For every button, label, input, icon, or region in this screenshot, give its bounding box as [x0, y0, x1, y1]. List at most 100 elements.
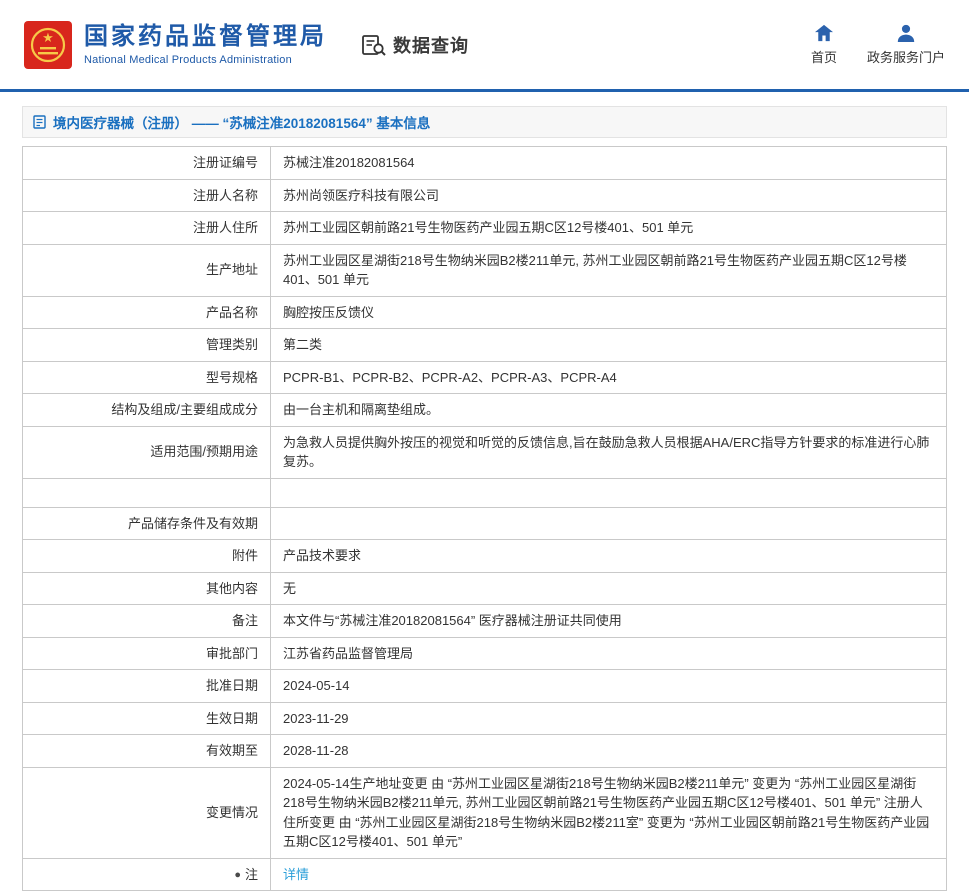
row-label: 备注	[23, 605, 271, 638]
note-icon: ●	[234, 869, 241, 881]
info-table-body: 注册证编号苏械注准20182081564注册人名称苏州尚领医疗科技有限公司注册人…	[23, 147, 947, 891]
row-value: 江苏省药品监督管理局	[271, 637, 947, 670]
row-value: 苏州尚领医疗科技有限公司	[271, 179, 947, 212]
national-emblem-logo: ★	[24, 21, 72, 69]
row-label: 生产地址	[23, 244, 271, 296]
table-row: 批准日期 2024-05-14	[23, 670, 947, 703]
row-label: 注册证编号	[23, 147, 271, 180]
table-row: ●注详情	[23, 858, 947, 891]
main-content: 境内医疗器械（注册） —— “苏械注准20182081564” 基本信息 注册证…	[0, 92, 969, 891]
row-label-text: 注	[245, 867, 258, 882]
data-query-section: 数据查询	[361, 32, 469, 58]
row-label	[23, 478, 271, 507]
row-label: 生效日期	[23, 702, 271, 735]
table-row: 备注本文件与“苏械注准20182081564” 医疗器械注册证共同使用	[23, 605, 947, 638]
table-row: 附件产品技术要求	[23, 540, 947, 573]
nav-home-label: 首页	[811, 47, 837, 66]
row-label-text: 型号规格	[206, 370, 258, 385]
row-value: 第二类	[271, 329, 947, 362]
row-label: 结构及组成/主要组成成分	[23, 394, 271, 427]
table-row: 注册人住所苏州工业园区朝前路21号生物医药产业园五期C区12号楼401、501 …	[23, 212, 947, 245]
row-label-text: 注册人名称	[193, 188, 258, 203]
table-row: 审批部门江苏省药品监督管理局	[23, 637, 947, 670]
table-row	[23, 478, 947, 507]
row-value: 2028-11-28	[271, 735, 947, 768]
row-label-text: 产品名称	[206, 305, 258, 320]
row-value: 本文件与“苏械注准20182081564” 医疗器械注册证共同使用	[271, 605, 947, 638]
row-label-text: 管理类别	[206, 337, 258, 352]
row-label-text: 生效日期	[206, 711, 258, 726]
row-value: 苏械注准20182081564	[271, 147, 947, 180]
row-label: 注册人住所	[23, 212, 271, 245]
row-label: 附件	[23, 540, 271, 573]
table-row: 管理类别第二类	[23, 329, 947, 362]
row-label-text: 审批部门	[206, 646, 258, 661]
row-label-text: 变更情况	[206, 805, 258, 820]
row-label: 批准日期	[23, 670, 271, 703]
row-value: 2024-05-14生产地址变更 由 “苏州工业园区星湖街218号生物纳米园B2…	[271, 767, 947, 858]
row-label-text: 适用范围/预期用途	[150, 444, 258, 459]
detail-link[interactable]: 详情	[283, 867, 309, 882]
row-label-text: 批准日期	[206, 678, 258, 693]
row-label: 其他内容	[23, 572, 271, 605]
row-label-text: 备注	[232, 613, 258, 628]
row-label: 有效期至	[23, 735, 271, 768]
agency-name-cn: 国家药品监督管理局	[84, 23, 327, 52]
row-value: 由一台主机和隔离垫组成。	[271, 394, 947, 427]
table-row: 产品储存条件及有效期	[23, 507, 947, 540]
row-label-text: 产品储存条件及有效期	[128, 516, 258, 531]
row-value: 苏州工业园区朝前路21号生物医药产业园五期C区12号楼401、501 单元	[271, 212, 947, 245]
site-header: ★ 国家药品监督管理局 National Medical Products Ad…	[0, 0, 969, 89]
row-value: 苏州工业园区星湖街218号生物纳米园B2楼211单元, 苏州工业园区朝前路21号…	[271, 244, 947, 296]
table-row: 生效日期 2023-11-29	[23, 702, 947, 735]
row-label-text: 结构及组成/主要组成成分	[111, 402, 258, 417]
table-row: 生产地址苏州工业园区星湖街218号生物纳米园B2楼211单元, 苏州工业园区朝前…	[23, 244, 947, 296]
row-label: 审批部门	[23, 637, 271, 670]
data-query-label: 数据查询	[393, 32, 469, 58]
row-label: 变更情况	[23, 767, 271, 858]
nav-home[interactable]: 首页	[811, 24, 837, 66]
agency-title-block: 国家药品监督管理局 National Medical Products Admi…	[84, 23, 327, 67]
row-label-text: 其他内容	[206, 581, 258, 596]
row-label: 产品储存条件及有效期	[23, 507, 271, 540]
row-label-text: 有效期至	[206, 743, 258, 758]
registration-info-table: 注册证编号苏械注准20182081564注册人名称苏州尚领医疗科技有限公司注册人…	[22, 146, 947, 891]
row-label-text: 生产地址	[206, 262, 258, 277]
row-label-text: 注册人住所	[193, 220, 258, 235]
home-icon	[814, 24, 834, 42]
row-value: 产品技术要求	[271, 540, 947, 573]
page-title: 境内医疗器械（注册） —— “苏械注准20182081564” 基本信息	[53, 112, 430, 132]
row-value: 2023-11-29	[271, 702, 947, 735]
row-label-text: 附件	[232, 548, 258, 563]
table-row: 型号规格 PCPR-B1、PCPR-B2、PCPR-A2、PCPR-A3、PCPR…	[23, 361, 947, 394]
row-value: PCPR-B1、PCPR-B2、PCPR-A2、PCPR-A3、PCPR-A4	[271, 361, 947, 394]
table-row: 注册人名称苏州尚领医疗科技有限公司	[23, 179, 947, 212]
row-value: 详情	[271, 858, 947, 891]
table-row: 其他内容无	[23, 572, 947, 605]
row-value	[271, 507, 947, 540]
row-label: ●注	[23, 858, 271, 891]
row-label: 注册人名称	[23, 179, 271, 212]
svg-text:★: ★	[42, 30, 54, 45]
row-label: 适用范围/预期用途	[23, 426, 271, 478]
table-row: 适用范围/预期用途为急救人员提供胸外按压的视觉和听觉的反馈信息,旨在鼓励急救人员…	[23, 426, 947, 478]
table-row: 变更情况 2024-05-14生产地址变更 由 “苏州工业园区星湖街218号生物纳…	[23, 767, 947, 858]
table-row: 产品名称胸腔按压反馈仪	[23, 296, 947, 329]
user-icon	[896, 24, 916, 42]
row-value: 无	[271, 572, 947, 605]
nav-gov-portal[interactable]: 政务服务门户	[867, 24, 945, 66]
row-label-text: 注册证编号	[193, 155, 258, 170]
table-row: 有效期至 2028-11-28	[23, 735, 947, 768]
row-value	[271, 478, 947, 507]
nav-gov-portal-label: 政务服务门户	[867, 47, 945, 66]
data-query-icon	[361, 33, 387, 57]
row-label: 型号规格	[23, 361, 271, 394]
row-value: 为急救人员提供胸外按压的视觉和听觉的反馈信息,旨在鼓励急救人员根据AHA/ERC…	[271, 426, 947, 478]
header-nav: 首页 政务服务门户	[811, 24, 945, 66]
table-row: 注册证编号苏械注准20182081564	[23, 147, 947, 180]
row-value: 2024-05-14	[271, 670, 947, 703]
table-row: 结构及组成/主要组成成分由一台主机和隔离垫组成。	[23, 394, 947, 427]
page-title-bar: 境内医疗器械（注册） —— “苏械注准20182081564” 基本信息	[22, 106, 947, 138]
document-icon	[33, 115, 46, 129]
agency-name-en: National Medical Products Administration	[84, 54, 327, 66]
